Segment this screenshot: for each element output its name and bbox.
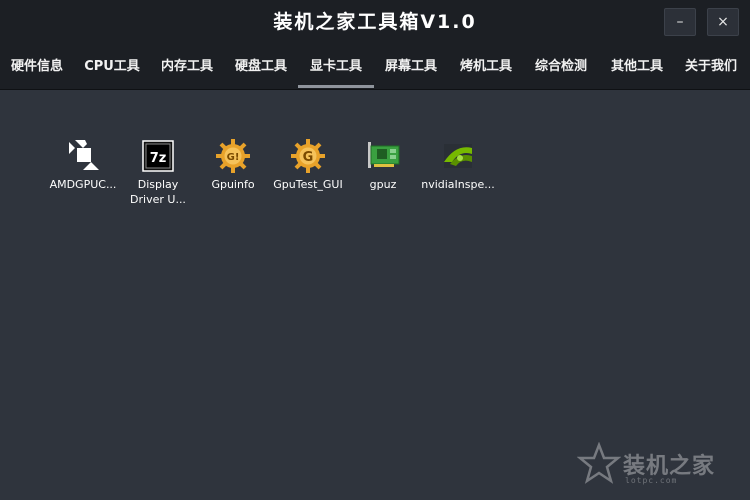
tools-panel: AMDGPUC... 7z Display Driver U... G! Gpu… bbox=[0, 90, 750, 500]
tab-hardware-info[interactable]: 硬件信息 bbox=[6, 44, 68, 90]
nvidia-eye-icon bbox=[444, 144, 472, 168]
close-button[interactable]: × bbox=[707, 8, 739, 36]
svg-text:7z: 7z bbox=[150, 151, 167, 166]
graphics-card-icon bbox=[368, 142, 400, 168]
tab-about-us[interactable]: 关于我们 bbox=[680, 44, 742, 90]
tool-item-gpuz[interactable]: gpuz bbox=[346, 138, 420, 192]
window-title: 装机之家工具箱V1.0 bbox=[273, 11, 477, 33]
tab-memory-tools[interactable]: 内存工具 bbox=[156, 44, 218, 90]
tool-item-label: Gpuinfo bbox=[211, 178, 255, 191]
tool-item-gpuinfo[interactable]: G! Gpuinfo bbox=[196, 138, 270, 192]
watermark-url: lotpc.com bbox=[625, 476, 678, 485]
svg-text:G!: G! bbox=[227, 152, 240, 163]
tab-disk-tools[interactable]: 硬盘工具 bbox=[230, 44, 292, 90]
tool-item-amdgpuclean[interactable]: AMDGPUC... bbox=[46, 138, 120, 192]
tab-cpu-tools[interactable]: CPU工具 bbox=[80, 44, 144, 90]
tab-comprehensive-test[interactable]: 综合检测 bbox=[530, 44, 592, 90]
tool-item-nvidia-inspector[interactable]: nvidiaInspe... bbox=[421, 138, 495, 192]
tool-item-gputest-gui[interactable]: G GpuTest_GUI bbox=[271, 138, 345, 192]
tool-item-label: AMDGPUC... bbox=[49, 178, 117, 191]
tab-gpu-tools[interactable]: 显卡工具 bbox=[298, 44, 374, 90]
minimize-button[interactable]: – bbox=[664, 8, 696, 36]
tool-item-display-driver-uninstaller[interactable]: 7z Display Driver U... bbox=[121, 138, 195, 207]
watermark: 装机之家 lotpc.com bbox=[575, 440, 745, 490]
tool-item-label: gpuz bbox=[369, 178, 397, 191]
tool-item-label: nvidiaInspe... bbox=[421, 178, 495, 191]
tab-bar: 硬件信息 CPU工具 内存工具 硬盘工具 显卡工具 屏幕工具 烤机工具 综合检测… bbox=[0, 44, 750, 90]
star-logo-icon bbox=[577, 442, 621, 484]
tab-screen-tools[interactable]: 屏幕工具 bbox=[380, 44, 442, 90]
gpuinfo-gear-icon: G! bbox=[216, 139, 250, 173]
amd-arrow-icon bbox=[69, 140, 99, 170]
svg-text:G: G bbox=[303, 150, 314, 165]
tab-other-tools[interactable]: 其他工具 bbox=[606, 44, 668, 90]
tab-burn-in-tools[interactable]: 烤机工具 bbox=[455, 44, 517, 90]
gputest-gear-icon: G bbox=[291, 139, 325, 173]
7z-archive-icon: 7z bbox=[142, 140, 174, 172]
tool-item-label: Display Driver U... bbox=[130, 178, 186, 206]
tool-item-label: GpuTest_GUI bbox=[273, 178, 343, 191]
